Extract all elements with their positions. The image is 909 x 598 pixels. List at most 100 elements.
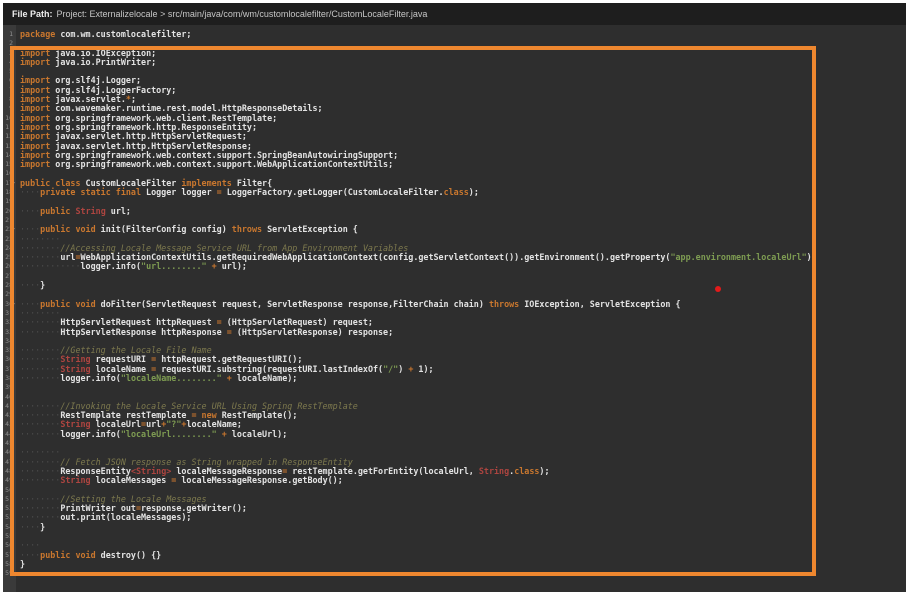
- line-number[interactable]: 43: [3, 420, 16, 429]
- line-number[interactable]: 2: [3, 39, 16, 48]
- line-number[interactable]: 55: [3, 532, 16, 541]
- line-number[interactable]: 17-: [3, 179, 16, 188]
- line-number[interactable]: 48: [3, 467, 16, 476]
- code-line[interactable]: 45: [3, 439, 906, 448]
- line-number[interactable]: 7: [3, 86, 16, 95]
- line-number[interactable]: 59: [3, 569, 16, 578]
- fold-marker-icon[interactable]: -: [12, 225, 16, 234]
- line-number[interactable]: 32: [3, 318, 16, 327]
- line-number[interactable]: 33: [3, 328, 16, 337]
- code-text[interactable]: ········String localeMessages = localeMe…: [16, 476, 343, 485]
- code-line[interactable]: 58}: [3, 560, 906, 569]
- code-text[interactable]: ········HttpServletResponse httpResponse…: [16, 328, 393, 337]
- line-number[interactable]: 53: [3, 513, 16, 522]
- line-number[interactable]: 36: [3, 355, 16, 364]
- line-number[interactable]: 40: [3, 393, 16, 402]
- code-line[interactable]: 59: [3, 569, 906, 578]
- code-text[interactable]: package com.wm.customlocalefilter;: [16, 30, 191, 39]
- code-line[interactable]: 53········out.print(localeMessages);: [3, 513, 906, 522]
- code-line[interactable]: 44········logger.info("localeUrl........…: [3, 430, 906, 439]
- code-line[interactable]: 54····}: [3, 523, 906, 532]
- line-number[interactable]: 25: [3, 253, 16, 262]
- line-number[interactable]: 16: [3, 169, 16, 178]
- code-text[interactable]: ········logger.info("localeName........"…: [16, 374, 297, 383]
- line-number[interactable]: 45: [3, 439, 16, 448]
- line-number[interactable]: 54: [3, 523, 16, 532]
- code-editor[interactable]: 1package com.wm.customlocalefilter;23imp…: [3, 25, 906, 592]
- line-number[interactable]: 46: [3, 448, 16, 457]
- code-text[interactable]: ········logger.info("localeUrl........" …: [16, 430, 287, 439]
- code-line[interactable]: 7import org.slf4j.LoggerFactory;: [3, 86, 906, 95]
- code-text[interactable]: }: [16, 560, 25, 569]
- line-number[interactable]: 23: [3, 235, 16, 244]
- code-line[interactable]: 39: [3, 383, 906, 392]
- code-text[interactable]: ····public void init(FilterConfig config…: [16, 225, 358, 234]
- line-number[interactable]: 50: [3, 486, 16, 495]
- fold-marker-icon[interactable]: -: [12, 179, 16, 188]
- line-number[interactable]: 19: [3, 197, 16, 206]
- line-number[interactable]: 44: [3, 430, 16, 439]
- line-number[interactable]: 20: [3, 207, 16, 216]
- code-line[interactable]: 55: [3, 532, 906, 541]
- line-number[interactable]: 31: [3, 309, 16, 318]
- line-number[interactable]: 12: [3, 132, 16, 141]
- line-number[interactable]: 8: [3, 95, 16, 104]
- code-text[interactable]: [16, 383, 20, 392]
- line-number[interactable]: 13: [3, 142, 16, 151]
- code-line[interactable]: 4import java.io.PrintWriter;: [3, 58, 906, 67]
- code-line[interactable]: 33········HttpServletResponse httpRespon…: [3, 328, 906, 337]
- fold-marker-icon[interactable]: -: [12, 300, 16, 309]
- code-line[interactable]: 20····public String url;: [3, 207, 906, 216]
- line-number[interactable]: 49: [3, 476, 16, 485]
- line-number[interactable]: 57: [3, 551, 16, 560]
- code-line[interactable]: 27: [3, 272, 906, 281]
- line-number[interactable]: 58: [3, 560, 16, 569]
- code-text[interactable]: import org.springframework.web.context.s…: [16, 160, 393, 169]
- line-number[interactable]: 41: [3, 402, 16, 411]
- code-text[interactable]: ····}: [16, 281, 45, 290]
- line-number[interactable]: 52: [3, 504, 16, 513]
- line-number[interactable]: 6: [3, 76, 16, 85]
- line-number[interactable]: 47: [3, 458, 16, 467]
- code-line[interactable]: 22-····public void init(FilterConfig con…: [3, 225, 906, 234]
- code-text[interactable]: ············logger.info("url........" + …: [16, 262, 247, 271]
- line-number[interactable]: 4: [3, 58, 16, 67]
- code-line[interactable]: 26············logger.info("url........" …: [3, 262, 906, 271]
- line-number[interactable]: 51: [3, 495, 16, 504]
- line-number[interactable]: 35: [3, 346, 16, 355]
- code-line[interactable]: 28····}: [3, 281, 906, 290]
- code-line[interactable]: 57····public void destroy() {}: [3, 551, 906, 560]
- code-line[interactable]: 1package com.wm.customlocalefilter;: [3, 30, 906, 39]
- line-number[interactable]: 39: [3, 383, 16, 392]
- line-number[interactable]: 21: [3, 216, 16, 225]
- code-text[interactable]: ····}: [16, 523, 45, 532]
- line-number[interactable]: 34: [3, 337, 16, 346]
- line-number[interactable]: 10: [3, 114, 16, 123]
- line-number[interactable]: 26: [3, 262, 16, 271]
- line-number[interactable]: 15: [3, 160, 16, 169]
- line-number[interactable]: 24: [3, 244, 16, 253]
- line-number[interactable]: 11: [3, 123, 16, 132]
- code-line[interactable]: 38········logger.info("localeName.......…: [3, 374, 906, 383]
- code-text[interactable]: ····public void doFilter(ServletRequest …: [16, 300, 681, 309]
- code-text[interactable]: ····private static final Logger logger =…: [16, 188, 479, 197]
- line-number[interactable]: 27: [3, 272, 16, 281]
- line-number[interactable]: 42: [3, 411, 16, 420]
- line-number[interactable]: 38: [3, 374, 16, 383]
- line-number[interactable]: 30-: [3, 300, 16, 309]
- line-number[interactable]: 56: [3, 541, 16, 550]
- line-number[interactable]: 5: [3, 67, 16, 76]
- code-text[interactable]: ····public String url;: [16, 207, 131, 216]
- code-line[interactable]: 19: [3, 197, 906, 206]
- code-text[interactable]: ····public void destroy() {}: [16, 551, 161, 560]
- code-line[interactable]: 30-····public void doFilter(ServletReque…: [3, 300, 906, 309]
- line-number[interactable]: 9: [3, 104, 16, 113]
- line-number[interactable]: 37: [3, 365, 16, 374]
- line-number[interactable]: 28: [3, 281, 16, 290]
- line-number[interactable]: 1: [3, 30, 16, 39]
- code-text[interactable]: import java.io.PrintWriter;: [16, 58, 156, 67]
- line-number[interactable]: 22-: [3, 225, 16, 234]
- line-number[interactable]: 3: [3, 49, 16, 58]
- line-number[interactable]: 14: [3, 151, 16, 160]
- code-line[interactable]: 18····private static final Logger logger…: [3, 188, 906, 197]
